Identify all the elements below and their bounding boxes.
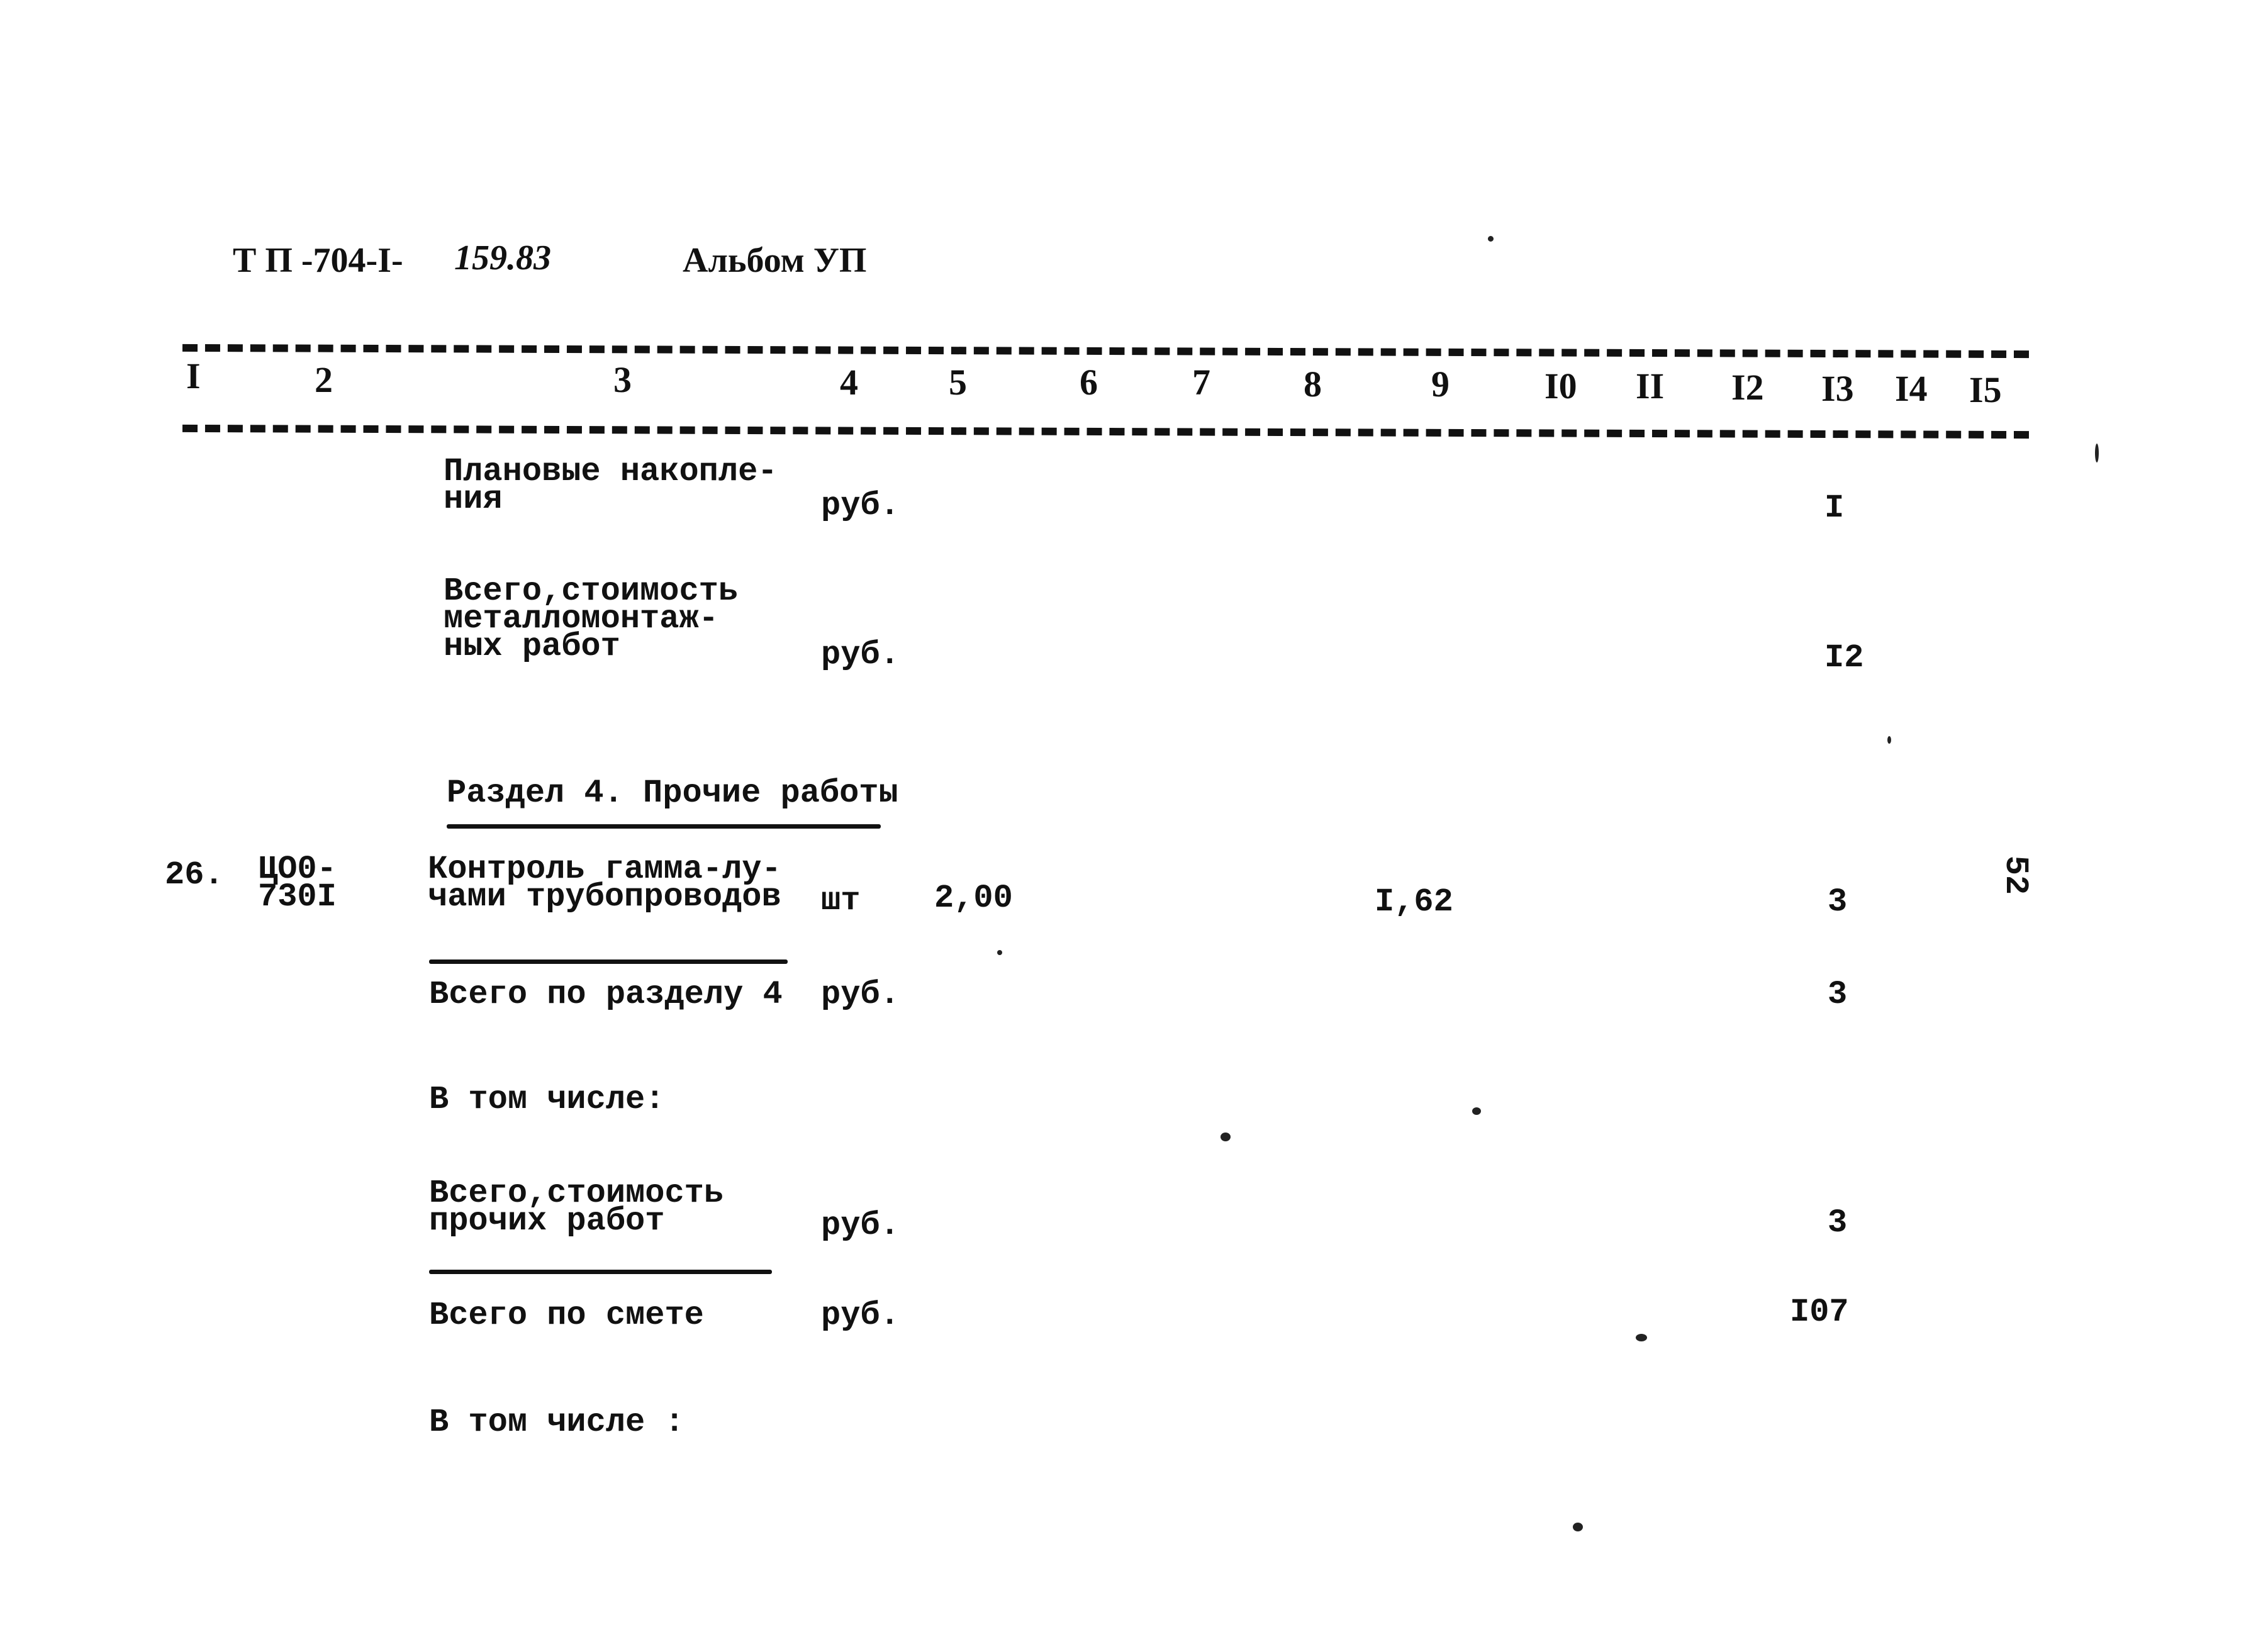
album-label: Альбом УП — [683, 241, 867, 280]
column-header-3: 3 — [613, 359, 632, 400]
row-col13-value: 3 — [1828, 976, 1848, 1013]
row-unit: руб. — [821, 636, 900, 673]
row-name: Всего,стоимость прочих работ — [429, 1175, 724, 1239]
speck — [1221, 1133, 1231, 1141]
row-col9-value: I,62 — [1375, 883, 1453, 920]
speck — [1636, 1334, 1647, 1341]
column-header-12: I2 — [1731, 367, 1764, 408]
row-unit: руб. — [821, 487, 900, 524]
row-col13-value: 3 — [1828, 883, 1848, 920]
column-header-2: 2 — [315, 359, 333, 400]
row-name: Всего по разделу 4 — [429, 976, 783, 1013]
header-bottom-dashed-line — [182, 424, 2030, 439]
column-header-1: I — [186, 355, 201, 396]
row-col5-value: 2,00 — [934, 880, 1013, 917]
row-number: 26. — [165, 856, 224, 893]
column-header-11: II — [1636, 366, 1665, 406]
subtotal-rule — [429, 959, 788, 964]
speck — [997, 950, 1002, 955]
row-col13-value: I2 — [1824, 639, 1864, 676]
column-header-7: 7 — [1192, 362, 1210, 403]
section-title: Раздел 4. Прочие работы — [447, 775, 898, 812]
header-top-dashed-line — [182, 344, 2030, 359]
row-unit: шт — [821, 882, 861, 919]
column-header-6: 6 — [1080, 362, 1098, 403]
speck — [1573, 1523, 1583, 1531]
speck — [1488, 236, 1494, 242]
row-unit: руб. — [821, 976, 900, 1013]
document-code-handwritten: 159.83 — [454, 238, 551, 277]
row-name: Контроль гамма-лу- чами трубопроводов — [428, 851, 781, 915]
total-rule — [429, 1270, 772, 1274]
row-name: В том числе: — [429, 1081, 665, 1118]
speck — [1887, 736, 1891, 744]
row-name: Всего,стоимость металломонтаж- ных работ — [444, 573, 739, 665]
column-header-8: 8 — [1304, 364, 1322, 405]
row-name: В том числе : — [429, 1404, 684, 1441]
page-number: 52 — [1997, 855, 2035, 895]
column-header-9: 9 — [1431, 364, 1450, 405]
speck — [2095, 444, 2099, 462]
document-code: Т П -704-I- — [233, 241, 403, 280]
column-header-4: 4 — [840, 362, 858, 403]
row-unit: руб. — [821, 1297, 900, 1334]
column-header-10: I0 — [1545, 366, 1577, 406]
row-code: ЦО0- 730I — [258, 851, 337, 915]
row-col13-value: 3 — [1828, 1204, 1848, 1241]
row-col13-value: I — [1824, 489, 1845, 527]
speck — [1472, 1107, 1481, 1115]
column-header-15: I5 — [1969, 369, 2002, 410]
column-header-5: 5 — [949, 362, 967, 403]
column-header-14: I4 — [1895, 368, 1928, 409]
column-header-13: I3 — [1821, 368, 1854, 409]
row-name: Плановые накопле- ния — [444, 453, 778, 518]
section-title-underline — [447, 824, 881, 829]
row-col13-value: I07 — [1790, 1294, 1849, 1331]
row-unit: руб. — [821, 1207, 900, 1244]
row-name: Всего по смете — [429, 1297, 704, 1334]
